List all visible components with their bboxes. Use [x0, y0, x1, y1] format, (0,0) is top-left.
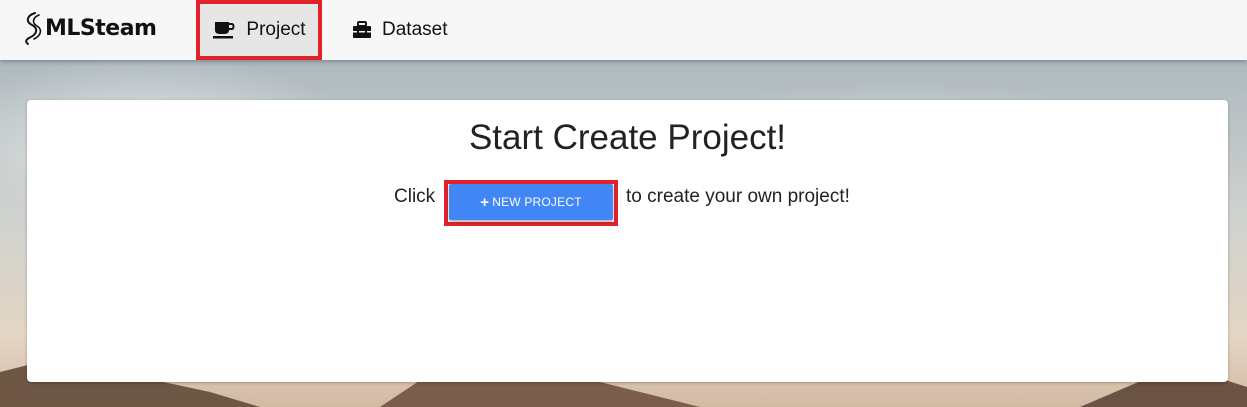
main-card: Start Create Project! Click + NEW PROJEC… [27, 100, 1228, 382]
nav-item-project[interactable]: Project [196, 0, 322, 60]
top-navbar: MLSteam Project Dataset [0, 0, 1247, 60]
prompt-prefix: Click [394, 186, 436, 207]
toolbox-icon [352, 21, 372, 39]
coffee-cup-icon [212, 21, 236, 39]
new-project-label: NEW PROJECT [492, 195, 582, 209]
create-prompt-row: Click + NEW PROJECT to create your own p… [27, 180, 1228, 226]
plus-icon: + [480, 193, 490, 211]
brand-logo[interactable]: MLSteam [22, 10, 157, 46]
nav-item-label: Project [246, 19, 306, 40]
prompt-suffix: to create your own project! [626, 186, 850, 207]
nav-item-dataset[interactable]: Dataset [352, 0, 447, 60]
page-title: Start Create Project! [468, 118, 787, 157]
app-window: MLSteam Project Dataset Start Create Pro… [0, 0, 1247, 407]
mlsteam-logo-icon [25, 12, 42, 45]
brand-name: MLSteam [45, 15, 157, 41]
nav-item-label: Dataset [382, 19, 448, 40]
new-project-button[interactable]: + NEW PROJECT [449, 184, 613, 220]
